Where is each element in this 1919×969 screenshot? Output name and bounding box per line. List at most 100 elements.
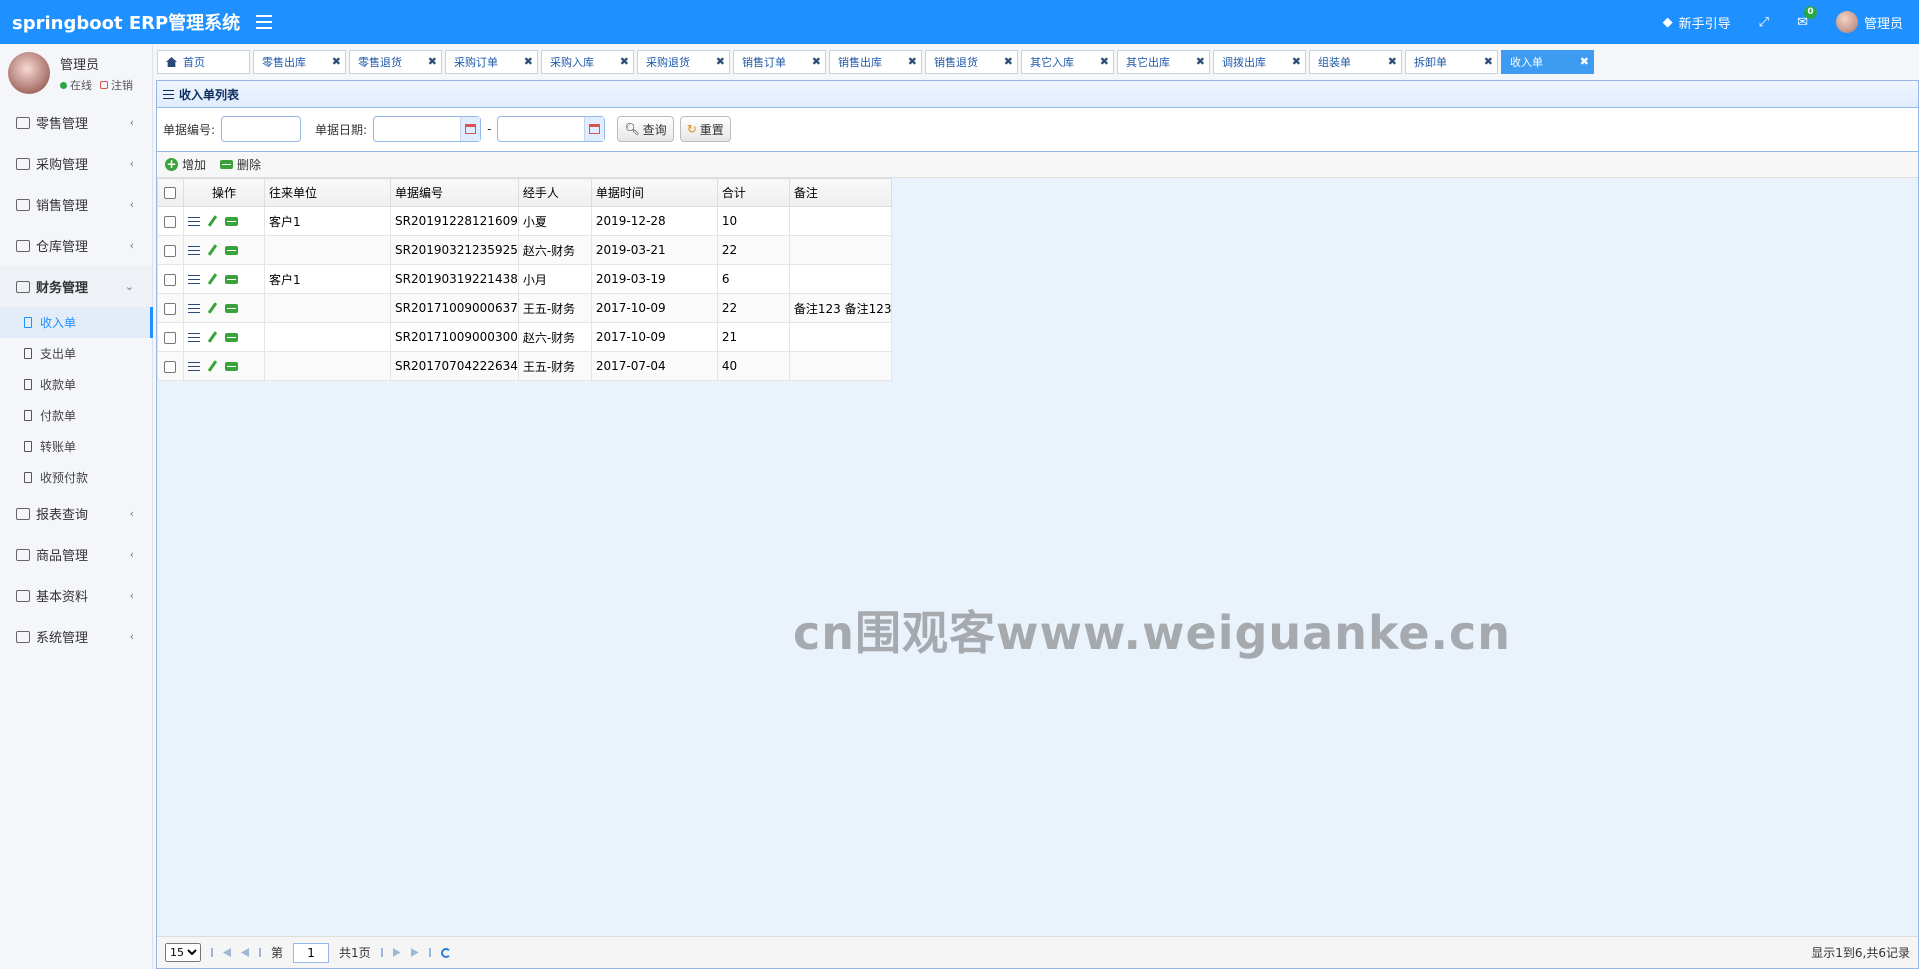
menu-toggle-icon[interactable] <box>256 15 273 29</box>
calendar-icon[interactable] <box>584 117 605 141</box>
add-button[interactable]: + 增加 <box>165 156 206 173</box>
row-checkbox[interactable] <box>164 360 176 373</box>
menu-goods[interactable]: 商品管理 ‹ <box>0 534 152 575</box>
tab-retail-return[interactable]: 零售退货 ✖ <box>349 50 442 74</box>
delete-icon[interactable] <box>225 245 238 255</box>
row-checkbox[interactable] <box>164 244 176 257</box>
close-icon[interactable]: ✖ <box>332 55 341 68</box>
select-all-checkbox[interactable] <box>164 187 176 199</box>
delete-icon[interactable] <box>225 303 238 313</box>
table-row[interactable]: SR20171009000637 王五-财务 2017-10-09 22 备注123 备… <box>157 293 893 323</box>
page-number-input[interactable] <box>293 942 330 963</box>
sidebar-item-receipt[interactable]: 收款单 <box>0 369 152 400</box>
prev-page-icon[interactable] <box>241 948 249 957</box>
close-icon[interactable]: ✖ <box>716 55 725 68</box>
menu-system[interactable]: 系统管理 ‹ <box>0 616 152 657</box>
edit-icon[interactable] <box>207 244 218 256</box>
menu-basic[interactable]: 基本资料 ‹ <box>0 575 152 616</box>
end-date-input[interactable] <box>497 116 606 142</box>
menu-finance[interactable]: 财务管理 ⌄ <box>0 266 152 307</box>
query-button[interactable]: 🔍︎ 查询 <box>617 116 674 142</box>
calendar-icon[interactable] <box>460 117 481 141</box>
refresh-icon[interactable] <box>440 947 451 958</box>
close-icon[interactable]: ✖ <box>1196 55 1205 68</box>
delete-icon[interactable] <box>225 216 238 226</box>
tab-income[interactable]: 收入单 ✖ <box>1501 50 1594 74</box>
delete-button[interactable]: 删除 <box>220 156 261 173</box>
close-icon[interactable]: ✖ <box>1100 55 1109 68</box>
row-checkbox[interactable] <box>164 215 176 228</box>
close-icon[interactable]: ✖ <box>908 55 917 68</box>
logout-link[interactable]: 注销 <box>100 77 133 93</box>
sidebar-item-expense[interactable]: 支出单 <box>0 338 152 369</box>
delete-icon[interactable] <box>225 361 238 371</box>
col-partner[interactable]: 往来单位 <box>264 178 391 207</box>
menu-purchase[interactable]: 采购管理 ‹ <box>0 143 152 184</box>
delete-icon[interactable] <box>225 274 238 284</box>
next-page-icon[interactable] <box>392 948 401 957</box>
first-page-icon[interactable] <box>223 948 231 957</box>
close-icon[interactable]: ✖ <box>620 55 629 68</box>
col-number[interactable]: 单据编号 <box>390 178 519 207</box>
start-date-input[interactable] <box>373 116 482 142</box>
sidebar-item-advance[interactable]: 收预付款 <box>0 462 152 493</box>
sidebar-item-payment[interactable]: 付款单 <box>0 400 152 431</box>
menu-warehouse[interactable]: 仓库管理 ‹ <box>0 225 152 266</box>
detail-icon[interactable] <box>188 303 200 313</box>
table-row[interactable]: SR20190321235925 赵六-财务 2019-03-21 22 <box>157 235 893 265</box>
detail-icon[interactable] <box>188 245 200 255</box>
close-icon[interactable]: ✖ <box>812 55 821 68</box>
tab-purchase-order[interactable]: 采购订单 ✖ <box>445 50 538 74</box>
fullscreen-button[interactable]: ⤢ <box>1759 15 1769 30</box>
tab-sales-return[interactable]: 销售退货 ✖ <box>925 50 1018 74</box>
sidebar-item-income[interactable]: 收入单 <box>0 307 153 338</box>
detail-icon[interactable] <box>188 274 200 284</box>
row-checkbox[interactable] <box>164 273 176 286</box>
guide-button[interactable]: ◆ 新手引导 <box>1663 13 1731 32</box>
tab-sales-order[interactable]: 销售订单 ✖ <box>733 50 826 74</box>
last-page-icon[interactable] <box>410 948 419 957</box>
row-checkbox[interactable] <box>164 302 176 315</box>
page-size-select[interactable]: 15 <box>165 943 201 962</box>
detail-icon[interactable] <box>188 216 200 226</box>
tab-home[interactable]: 首页 <box>157 50 250 74</box>
col-handler[interactable]: 经手人 <box>517 178 592 207</box>
close-icon[interactable]: ✖ <box>1292 55 1301 68</box>
col-total[interactable]: 合计 <box>716 178 790 207</box>
close-icon[interactable]: ✖ <box>524 55 533 68</box>
tab-purchase-in[interactable]: 采购入库 ✖ <box>541 50 634 74</box>
edit-icon[interactable] <box>207 331 218 343</box>
delete-icon[interactable] <box>225 332 238 342</box>
menu-retail[interactable]: 零售管理 ‹ <box>0 102 152 143</box>
number-input[interactable] <box>221 116 302 142</box>
tab-transfer-out[interactable]: 调拨出库 ✖ <box>1213 50 1306 74</box>
menu-sales[interactable]: 销售管理 ‹ <box>0 184 152 225</box>
tab-other-in[interactable]: 其它入库 ✖ <box>1021 50 1114 74</box>
edit-icon[interactable] <box>207 360 218 372</box>
close-icon[interactable]: ✖ <box>1388 55 1397 68</box>
reset-button[interactable]: ↻ 重置 <box>679 116 731 142</box>
detail-icon[interactable] <box>188 361 200 371</box>
col-remark[interactable]: 备注 <box>788 178 893 207</box>
table-row[interactable]: SR20170704222634 王五-财务 2017-07-04 40 <box>157 351 893 381</box>
mail-button[interactable]: ✉ 0 <box>1797 5 1817 30</box>
close-icon[interactable]: ✖ <box>1004 55 1013 68</box>
close-icon[interactable]: ✖ <box>1484 55 1493 68</box>
table-row[interactable]: 客户1 SR20191228121609 小夏 2019-12-28 10 <box>157 206 893 236</box>
edit-icon[interactable] <box>207 215 218 227</box>
sidebar-item-transfer[interactable]: 转账单 <box>0 431 152 462</box>
tab-assembly[interactable]: 组装单 ✖ <box>1309 50 1402 74</box>
tab-other-out[interactable]: 其它出库 ✖ <box>1117 50 1210 74</box>
table-row[interactable]: SR20171009000300 赵六-财务 2017-10-09 21 <box>157 322 893 352</box>
tab-sales-out[interactable]: 销售出库 ✖ <box>829 50 922 74</box>
close-icon[interactable]: ✖ <box>428 55 437 68</box>
table-row[interactable]: 客户1 SR20190319221438 小月 2019-03-19 6 <box>157 264 893 294</box>
detail-icon[interactable] <box>188 332 200 342</box>
user-menu[interactable]: 管理员 <box>1835 11 1903 33</box>
row-checkbox[interactable] <box>164 331 176 344</box>
tab-purchase-return[interactable]: 采购退货 ✖ <box>637 50 730 74</box>
tab-retail-out[interactable]: 零售出库 ✖ <box>253 50 346 74</box>
edit-icon[interactable] <box>207 302 218 314</box>
col-date[interactable]: 单据时间 <box>590 178 718 207</box>
edit-icon[interactable] <box>207 273 218 285</box>
